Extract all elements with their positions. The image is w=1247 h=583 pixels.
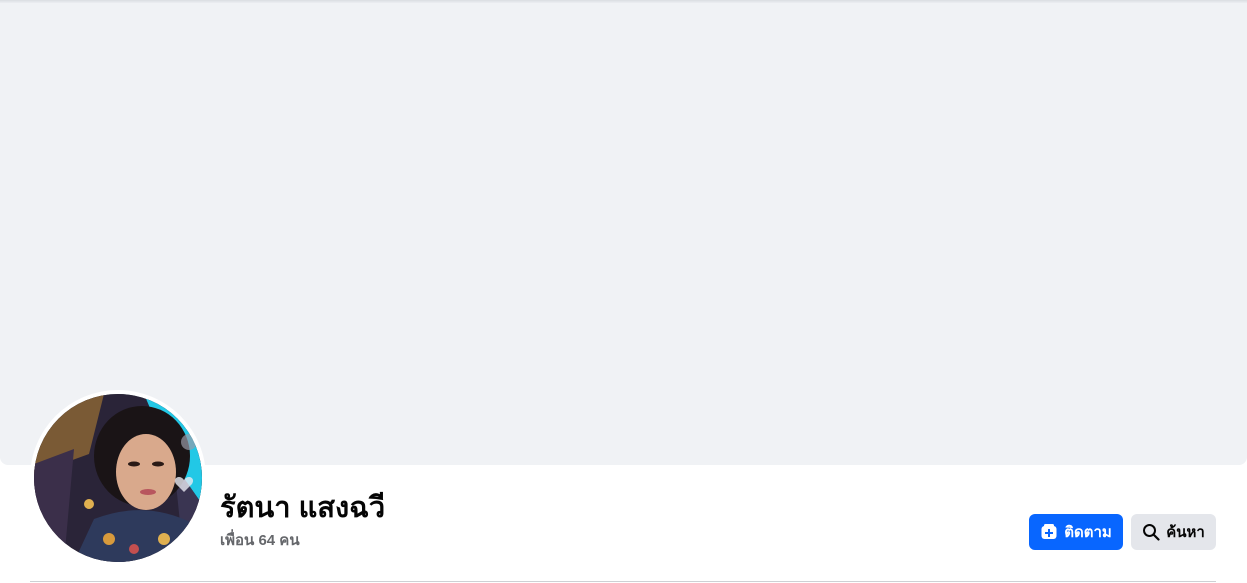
profile-name: รัตนา แสงฉวี [220, 492, 386, 524]
search-button-label: ค้นหา [1166, 524, 1205, 541]
profile-avatar-image [34, 394, 202, 562]
search-button[interactable]: ค้นหา [1131, 514, 1216, 550]
follow-button[interactable]: ติดตาม [1029, 514, 1123, 550]
profile-page: รัตนา แสงฉวี เพื่อน 64 คน ติดตาม ค้นหา [0, 0, 1247, 583]
avatar-photo-illustration [34, 394, 202, 562]
follow-plus-icon [1040, 523, 1058, 541]
profile-picture[interactable] [30, 390, 206, 566]
friend-count[interactable]: เพื่อน 64 คน [220, 531, 300, 551]
follow-button-label: ติดตาม [1064, 524, 1112, 541]
profile-header-divider [30, 581, 1216, 582]
search-icon [1142, 523, 1160, 541]
